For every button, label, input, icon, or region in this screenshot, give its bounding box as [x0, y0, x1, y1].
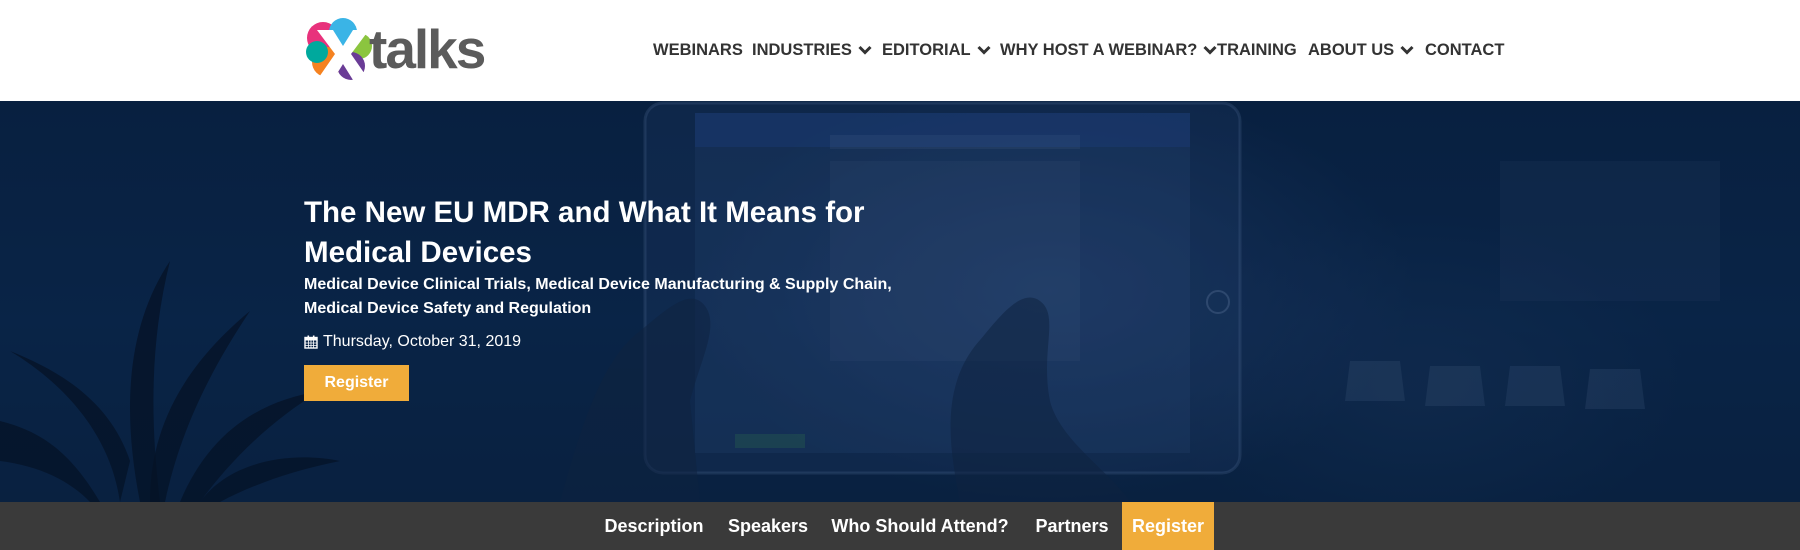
- webinar-section-nav: Description Speakers Who Should Attend? …: [0, 502, 1800, 550]
- tab-partners[interactable]: Partners: [1025, 502, 1119, 550]
- nav-item-why-host[interactable]: WHY HOST A WEBINAR?: [1000, 38, 1217, 62]
- nav-item-about-us[interactable]: ABOUT US: [1308, 38, 1414, 62]
- webinar-categories: Medical Device Clinical Trials, Medical …: [304, 273, 944, 321]
- nav-item-label: ABOUT US: [1308, 40, 1395, 59]
- nav-item-training[interactable]: TRAINING: [1217, 38, 1297, 62]
- chevron-down-icon: [858, 45, 872, 55]
- calendar-icon: [304, 335, 318, 349]
- chevron-down-icon: [1400, 45, 1414, 55]
- nav-item-industries[interactable]: INDUSTRIES: [752, 38, 872, 62]
- logo-wordmark: talks: [369, 18, 486, 80]
- webinar-date-text: Thursday, October 31, 2019: [323, 333, 522, 350]
- nav-item-contact[interactable]: CONTACT: [1425, 38, 1504, 62]
- tab-who-should-attend[interactable]: Who Should Attend?: [826, 502, 1014, 550]
- nav-item-label: TRAINING: [1217, 40, 1297, 59]
- nav-item-label: EDITORIAL: [882, 40, 971, 59]
- category-links-line[interactable]: Medical Device Safety and Regulation: [304, 297, 944, 321]
- nav-item-label: WEBINARS: [653, 40, 743, 59]
- tab-description[interactable]: Description: [595, 502, 713, 550]
- webinar-date: Thursday, October 31, 2019: [304, 333, 521, 351]
- chevron-down-icon: [977, 45, 991, 55]
- chevron-down-icon: [1203, 45, 1217, 55]
- nav-item-label: CONTACT: [1425, 40, 1505, 59]
- nav-item-label: INDUSTRIES: [752, 40, 852, 59]
- hero-register-button[interactable]: Register: [304, 365, 409, 401]
- nav-item-webinars[interactable]: WEBINARS: [653, 38, 743, 62]
- xtalks-logo[interactable]: talks: [303, 16, 486, 84]
- tab-speakers[interactable]: Speakers: [718, 502, 818, 550]
- site-header: talks WEBINARS INDUSTRIES EDITORIAL WHY …: [0, 0, 1800, 101]
- hero-banner: The New EU MDR and What It Means for Med…: [0, 101, 1800, 502]
- webinar-title-line: Medical Devices: [304, 236, 532, 269]
- nav-item-editorial[interactable]: EDITORIAL: [882, 38, 991, 62]
- nav-item-label: WHY HOST A WEBINAR?: [1000, 40, 1198, 59]
- category-links-line[interactable]: Medical Device Clinical Trials, Medical …: [304, 273, 944, 297]
- webinar-title: The New EU MDR and What It Means for Med…: [304, 193, 944, 273]
- tab-register[interactable]: Register: [1122, 502, 1214, 550]
- webinar-title-line: The New EU MDR and What It Means for: [304, 196, 865, 229]
